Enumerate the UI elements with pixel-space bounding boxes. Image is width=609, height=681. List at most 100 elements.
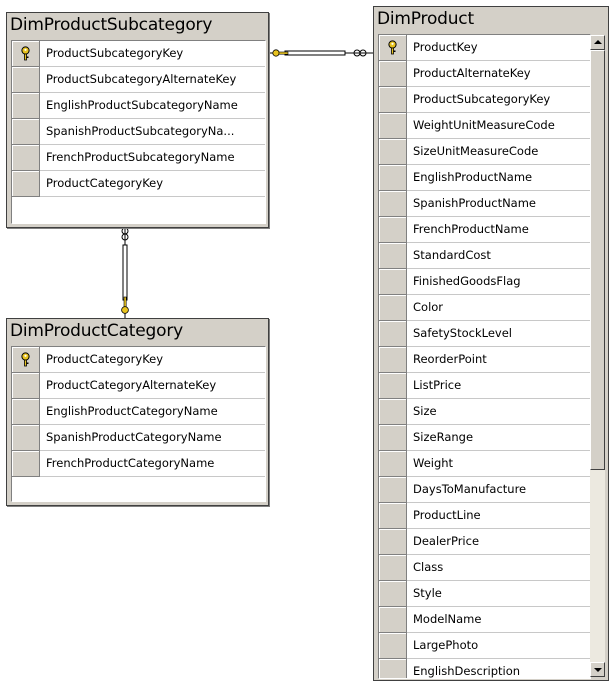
row-selector[interactable] [379, 139, 407, 165]
column-name: EnglishProductName [407, 165, 590, 191]
column-row[interactable]: ProductCategoryKey [12, 347, 265, 373]
row-selector[interactable] [379, 191, 407, 217]
column-row[interactable]: Weight [379, 451, 590, 477]
column-name: Size [407, 399, 590, 425]
arrow-down-icon [594, 668, 602, 672]
row-selector[interactable] [12, 425, 40, 451]
row-selector[interactable] [379, 61, 407, 87]
row-selector[interactable] [379, 581, 407, 607]
row-selector[interactable] [12, 41, 40, 67]
table-dimproductsubcategory[interactable]: DimProductSubcategory ProductSubcategory… [6, 12, 269, 228]
column-row[interactable]: EnglishProductCategoryName [12, 399, 265, 425]
row-selector[interactable] [379, 555, 407, 581]
column-row[interactable]: ProductKey [379, 35, 590, 61]
row-selector[interactable] [379, 477, 407, 503]
column-row[interactable]: SpanishProductSubcategoryNa... [12, 119, 265, 145]
column-name: FrenchProductSubcategoryName [40, 145, 265, 171]
column-row[interactable]: ReorderPoint [379, 347, 590, 373]
row-selector[interactable] [12, 347, 40, 373]
column-row[interactable]: ModelName [379, 607, 590, 633]
column-name: ProductAlternateKey [407, 61, 590, 87]
row-selector[interactable] [379, 269, 407, 295]
row-selector[interactable] [379, 217, 407, 243]
column-row[interactable]: EnglishProductSubcategoryName [12, 93, 265, 119]
column-row[interactable]: Color [379, 295, 590, 321]
row-selector[interactable] [12, 67, 40, 93]
row-selector[interactable] [379, 633, 407, 659]
column-row[interactable]: EnglishDescription [379, 659, 590, 678]
arrow-up-icon [594, 40, 602, 44]
column-name: ProductSubcategoryKey [407, 87, 590, 113]
column-row[interactable]: ProductSubcategoryAlternateKey [12, 67, 265, 93]
row-selector[interactable] [12, 145, 40, 171]
column-row[interactable]: Style [379, 581, 590, 607]
column-name: SpanishProductSubcategoryNa... [40, 119, 265, 145]
column-row[interactable]: SizeUnitMeasureCode [379, 139, 590, 165]
row-selector[interactable] [379, 321, 407, 347]
column-name: DaysToManufacture [407, 477, 590, 503]
column-row[interactable]: ProductAlternateKey [379, 61, 590, 87]
column-row[interactable]: Class [379, 555, 590, 581]
column-row[interactable]: LargePhoto [379, 633, 590, 659]
row-selector[interactable] [379, 659, 407, 678]
column-row[interactable]: WeightUnitMeasureCode [379, 113, 590, 139]
row-selector[interactable] [379, 529, 407, 555]
column-row[interactable]: SizeRange [379, 425, 590, 451]
column-row[interactable]: SafetyStockLevel [379, 321, 590, 347]
column-name: StandardCost [407, 243, 590, 269]
column-name: ProductSubcategoryAlternateKey [40, 67, 265, 93]
row-selector[interactable] [12, 171, 40, 197]
column-name: ModelName [407, 607, 590, 633]
row-selector[interactable] [12, 373, 40, 399]
row-selector[interactable] [379, 399, 407, 425]
row-selector[interactable] [12, 119, 40, 145]
column-row[interactable]: StandardCost [379, 243, 590, 269]
column-row[interactable]: DaysToManufacture [379, 477, 590, 503]
row-selector[interactable] [379, 607, 407, 633]
primary-key-icon [20, 46, 31, 65]
row-selector[interactable] [379, 165, 407, 191]
column-name: Style [407, 581, 590, 607]
column-name: ProductLine [407, 503, 590, 529]
column-row[interactable]: ProductSubcategoryKey [379, 87, 590, 113]
row-selector[interactable] [379, 35, 407, 61]
column-row[interactable]: Size [379, 399, 590, 425]
column-row[interactable]: DealerPrice [379, 529, 590, 555]
column-row[interactable]: ListPrice [379, 373, 590, 399]
column-row[interactable]: SpanishProductName [379, 191, 590, 217]
column-name: DealerPrice [407, 529, 590, 555]
column-row[interactable]: SpanishProductCategoryName [12, 425, 265, 451]
column-row[interactable]: ProductCategoryKey [12, 171, 265, 197]
table-dimproductcategory[interactable]: DimProductCategory ProductCategoryKey Pro… [6, 318, 269, 506]
row-selector[interactable] [12, 451, 40, 477]
column-name: Color [407, 295, 590, 321]
row-selector[interactable] [12, 93, 40, 119]
row-selector[interactable] [379, 243, 407, 269]
column-row[interactable]: FrenchProductSubcategoryName [12, 145, 265, 171]
row-selector[interactable] [379, 425, 407, 451]
column-row[interactable]: FrenchProductName [379, 217, 590, 243]
column-row[interactable]: FrenchProductCategoryName [12, 451, 265, 477]
column-row[interactable]: FinishedGoodsFlag [379, 269, 590, 295]
row-selector[interactable] [12, 399, 40, 425]
row-selector[interactable] [379, 347, 407, 373]
column-row[interactable]: ProductCategoryAlternateKey [12, 373, 265, 399]
column-row[interactable]: EnglishProductName [379, 165, 590, 191]
row-selector[interactable] [379, 373, 407, 399]
table-title: DimProductCategory [10, 321, 183, 341]
column-row[interactable]: ProductSubcategoryKey [12, 41, 265, 67]
row-selector[interactable] [379, 295, 407, 321]
column-name: WeightUnitMeasureCode [407, 113, 590, 139]
row-selector[interactable] [379, 451, 407, 477]
row-selector[interactable] [379, 113, 407, 139]
column-name: Weight [407, 451, 590, 477]
column-row[interactable]: ProductLine [379, 503, 590, 529]
row-selector[interactable] [379, 87, 407, 113]
scroll-up-button[interactable] [590, 35, 605, 50]
scroll-down-button[interactable] [590, 662, 605, 677]
row-selector[interactable] [379, 503, 407, 529]
table-dimproduct[interactable]: DimProduct ProductKey ProductAlternateKey… [373, 6, 609, 681]
vertical-scrollbar[interactable] [590, 35, 605, 677]
column-name: EnglishProductCategoryName [40, 399, 265, 425]
scroll-thumb[interactable] [590, 50, 605, 470]
